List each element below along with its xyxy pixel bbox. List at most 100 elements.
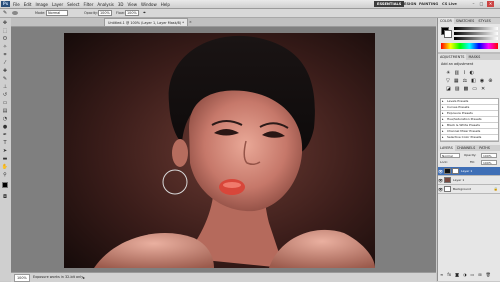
document-tab-close[interactable]: × — [186, 18, 195, 26]
presets-list: Levels Presets Curves Presets Exposure P… — [440, 98, 499, 142]
layer-name: Layer 1 — [461, 169, 473, 173]
vibrance-icon[interactable]: ▽ — [446, 78, 450, 84]
menu-filter[interactable]: Filter — [83, 2, 93, 7]
fill-input[interactable]: 100% — [481, 160, 497, 165]
menu-3d[interactable]: 3D — [118, 2, 124, 7]
document-canvas[interactable] — [64, 33, 375, 268]
menu-help[interactable]: Help — [161, 2, 170, 7]
menu-bar: Ps File Edit Image Layer Select Filter A… — [0, 0, 500, 9]
delete-layer-icon[interactable]: 🗑 — [486, 272, 491, 277]
eye-icon[interactable]: 👁 — [438, 169, 443, 174]
dodge-tool-icon[interactable]: ● — [1, 124, 9, 130]
layer-opacity-label: Opacity: — [464, 153, 477, 157]
brightness-icon[interactable]: ☀ — [446, 70, 450, 76]
layer-thumbnail — [444, 168, 451, 174]
path-select-tool-icon[interactable]: ➤ — [1, 148, 9, 154]
blend-mode-select[interactable]: Normal — [440, 153, 460, 158]
layer-style-icon[interactable]: fx — [447, 272, 451, 277]
maximize-icon[interactable]: □ — [478, 1, 485, 7]
zoom-tool-icon[interactable]: ⚲ — [1, 172, 9, 178]
mode-select[interactable]: Normal — [46, 10, 68, 16]
layer-row[interactable]: 👁 Layer 1 — [438, 176, 500, 185]
cs-live-button[interactable]: CS Live — [439, 1, 460, 7]
quick-select-tool-icon[interactable]: ✧ — [1, 44, 9, 50]
workspace-painting[interactable]: PAINTING — [416, 1, 441, 7]
posterize-icon[interactable]: ▨ — [455, 86, 460, 92]
link-layers-icon[interactable]: ∞ — [440, 272, 443, 277]
close-icon[interactable]: ✕ — [487, 1, 494, 7]
adjustment-icons-row-1: ☀ ▥ ⌇ ◐ — [446, 70, 474, 76]
history-brush-tool-icon[interactable]: ↺ — [1, 92, 9, 98]
hue-saturation-icon[interactable]: ▦ — [454, 78, 459, 84]
gradient-map-icon[interactable]: ▭ — [472, 86, 477, 92]
brush-preset-picker[interactable] — [12, 11, 18, 15]
crop-tool-icon[interactable]: ⌗ — [1, 52, 9, 58]
brush-tool-icon[interactable]: ✎ — [1, 76, 9, 82]
hand-tool-icon[interactable]: ✋ — [1, 164, 9, 170]
levels-icon[interactable]: ▥ — [454, 70, 459, 76]
eye-icon[interactable]: 👁 — [438, 178, 443, 183]
minimize-icon[interactable]: – — [470, 1, 477, 7]
foreground-color-swatch[interactable] — [2, 182, 8, 188]
menu-view[interactable]: View — [128, 2, 138, 7]
document-tab-active[interactable]: Untitled-1 @ 100% (Layer 1, Layer Mask/8… — [104, 18, 188, 26]
selective-color-icon[interactable]: ✕ — [481, 86, 485, 92]
layer-opacity-input[interactable]: 100% — [481, 153, 497, 158]
clone-stamp-tool-icon[interactable]: ⊥ — [1, 84, 9, 90]
menu-edit[interactable]: Edit — [24, 2, 32, 7]
layer-thumbnail — [444, 186, 451, 192]
color-panel — [438, 24, 500, 52]
opacity-input[interactable]: 100% — [98, 10, 112, 16]
add-mask-icon[interactable]: ◙ — [455, 272, 459, 277]
channel-mixer-icon[interactable]: ⊕ — [488, 78, 492, 84]
adjustment-icons-row-2: ▽ ▦ ⚖ ◧ ◉ ⊕ — [446, 78, 492, 84]
lasso-tool-icon[interactable]: ʘ — [1, 36, 9, 42]
eye-icon[interactable]: 👁 — [438, 187, 443, 192]
portrait-photo — [64, 33, 375, 268]
adjustment-layer-icon[interactable]: ◑ — [463, 272, 467, 277]
mode-label: Mode: — [35, 11, 46, 15]
new-group-icon[interactable]: ▭ — [471, 272, 475, 277]
healing-brush-tool-icon[interactable]: ✚ — [1, 68, 9, 74]
layer-mask-thumbnail[interactable] — [452, 168, 459, 174]
flow-input[interactable]: 100% — [125, 10, 139, 16]
layer-row[interactable]: 👁 Layer 1 — [438, 167, 500, 176]
photo-filter-icon[interactable]: ◉ — [480, 78, 484, 84]
eyedropper-tool-icon[interactable]: ⁄ — [1, 60, 9, 66]
layer-row[interactable]: 👁 Background 🔒 — [438, 185, 500, 194]
invert-icon[interactable]: ◪ — [446, 86, 451, 92]
type-tool-icon[interactable]: T — [1, 140, 9, 146]
menu-analysis[interactable]: Analysis — [97, 2, 113, 7]
quick-mask-icon[interactable]: ◘ — [1, 194, 9, 200]
new-layer-icon[interactable]: ⊞ — [478, 272, 481, 277]
gradient-tool-icon[interactable]: ▤ — [1, 108, 9, 114]
menu-select[interactable]: Select — [67, 2, 79, 7]
preset-selective-color[interactable]: Selective Color Presets — [441, 135, 498, 141]
curves-icon[interactable]: ⌇ — [463, 70, 465, 76]
brush-tool-icon[interactable]: ✎ — [3, 10, 7, 16]
move-tool-icon[interactable]: ✥ — [1, 20, 9, 26]
color-balance-icon[interactable]: ⚖ — [463, 78, 467, 84]
color-slider-g[interactable] — [454, 32, 498, 35]
pen-tool-icon[interactable]: ✒ — [1, 132, 9, 138]
shape-tool-icon[interactable]: ▬ — [1, 156, 9, 162]
menu-window[interactable]: Window — [141, 2, 157, 7]
menu-layer[interactable]: Layer — [52, 2, 63, 7]
color-slider-r[interactable] — [454, 27, 498, 30]
black-white-icon[interactable]: ◧ — [471, 78, 476, 84]
menu-file[interactable]: File — [13, 2, 20, 7]
blur-tool-icon[interactable]: ◔ — [1, 116, 9, 122]
color-spectrum-bar[interactable] — [441, 43, 498, 49]
exposure-icon[interactable]: ◐ — [470, 70, 474, 76]
menu-image[interactable]: Image — [35, 2, 48, 7]
marquee-tool-icon[interactable]: ⬚ — [1, 28, 9, 34]
color-slider-b[interactable] — [454, 37, 498, 40]
lock-label: Lock: — [440, 160, 448, 164]
airbrush-icon[interactable]: ⌖ — [143, 10, 146, 16]
panel-background-swatch[interactable] — [444, 30, 452, 38]
eraser-tool-icon[interactable]: ▭ — [1, 100, 9, 106]
threshold-icon[interactable]: ▩ — [463, 86, 468, 92]
status-arrow-icon[interactable]: ▸ — [83, 275, 85, 280]
right-panel-dock: COLOR SWATCHES STYLES ADJUSTMENTS MASKS … — [437, 18, 500, 281]
layers-panel: Normal Opacity: 100% Lock: Fill: 100% 👁 … — [438, 151, 500, 281]
